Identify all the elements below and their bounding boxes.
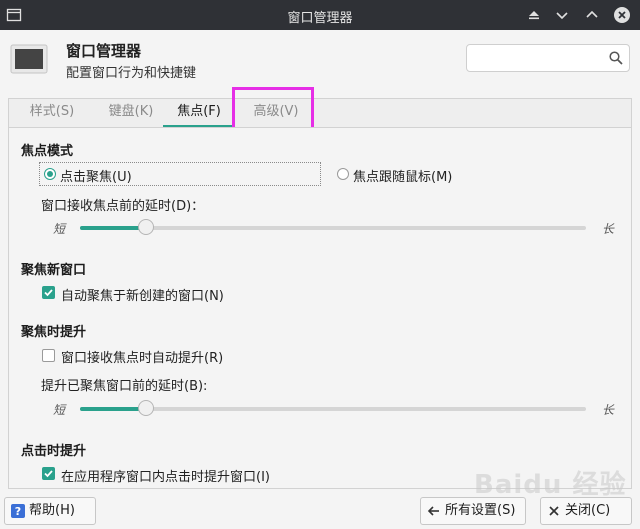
tab-keyboard[interactable]: 键盘(K) [97,99,165,128]
radio-click-to-focus[interactable] [44,168,56,180]
monitor-icon [10,44,48,74]
close-icon[interactable] [613,6,631,24]
new-window-label[interactable]: 自动聚焦于新创建的窗口(N) [61,285,224,304]
window-title: 窗口管理器 [287,11,353,26]
checkmark-icon [44,289,53,297]
search-box[interactable] [466,44,630,72]
tab-focus[interactable]: 焦点(F) [163,99,235,128]
eject-icon[interactable] [525,6,543,24]
close-button[interactable]: 关闭(C) [540,497,632,525]
focus-panel: 焦点模式 点击聚焦(U) 焦点跟随鼠标(M) 窗口接收焦点前的延时(D)： 短 … [8,127,632,489]
search-icon[interactable] [609,51,623,65]
checkmark-icon [44,470,53,478]
chevron-down-icon[interactable] [553,6,571,24]
slider-min-label: 短 [53,403,66,417]
header: 窗口管理器 配置窗口行为和快捷键 [0,30,640,92]
chevron-up-icon[interactable] [583,6,601,24]
raise-focus-label[interactable]: 窗口接收焦点时自动提升(R) [61,347,223,366]
raise-delay-slider[interactable] [80,400,586,416]
new-window-heading: 聚焦新窗口 [21,263,87,278]
focus-mode-heading: 焦点模式 [21,144,74,159]
raise-click-checkbox[interactable] [42,467,55,480]
close-label: 关闭(C) [565,503,611,518]
raise-focus-heading: 聚焦时提升 [21,325,87,340]
page-title: 窗口管理器 [66,42,142,60]
footer: ? 帮助(H) 所有设置(S) 关闭(C) [0,489,640,529]
raise-delay-label: 提升已聚焦窗口前的延时(B): [41,379,208,394]
help-icon: ? [11,504,25,518]
focus-delay-slider[interactable] [80,219,586,235]
search-input[interactable] [473,48,605,70]
radio-click-label[interactable]: 点击聚焦(U) [60,166,132,185]
radio-follow-label[interactable]: 焦点跟随鼠标(M) [353,166,452,185]
slider-min-label: 短 [53,222,66,236]
help-button[interactable]: ? 帮助(H) [4,497,96,525]
arrow-left-icon [427,506,439,516]
tab-style[interactable]: 样式(S) [21,99,83,128]
tab-advanced[interactable]: 高级(V) [243,99,309,128]
raise-click-heading: 点击时提升 [21,444,87,459]
slider-fill [80,407,146,411]
slider-max-label: 长 [602,222,615,236]
raise-click-label[interactable]: 在应用程序窗口内点击时提升窗口(I) [61,466,270,485]
slider-handle[interactable] [138,400,154,416]
raise-focus-checkbox[interactable] [42,349,55,362]
radio-focus-follows-mouse[interactable] [337,168,349,180]
slider-fill [80,226,146,230]
help-label: 帮助(H) [29,503,75,518]
svg-text:?: ? [15,505,21,518]
page-subtitle: 配置窗口行为和快捷键 [66,66,197,81]
new-window-checkbox[interactable] [42,286,55,299]
all-settings-button[interactable]: 所有设置(S) [420,497,526,525]
slider-handle[interactable] [138,219,154,235]
all-settings-label: 所有设置(S) [445,503,516,518]
focus-delay-label: 窗口接收焦点前的延时(D)： [41,199,205,214]
slider-max-label: 长 [602,403,615,417]
close-icon [549,506,559,516]
tab-bar: 样式(S) 键盘(K) 焦点(F) 高级(V) [8,98,632,128]
title-bar: 窗口管理器 [0,0,640,30]
